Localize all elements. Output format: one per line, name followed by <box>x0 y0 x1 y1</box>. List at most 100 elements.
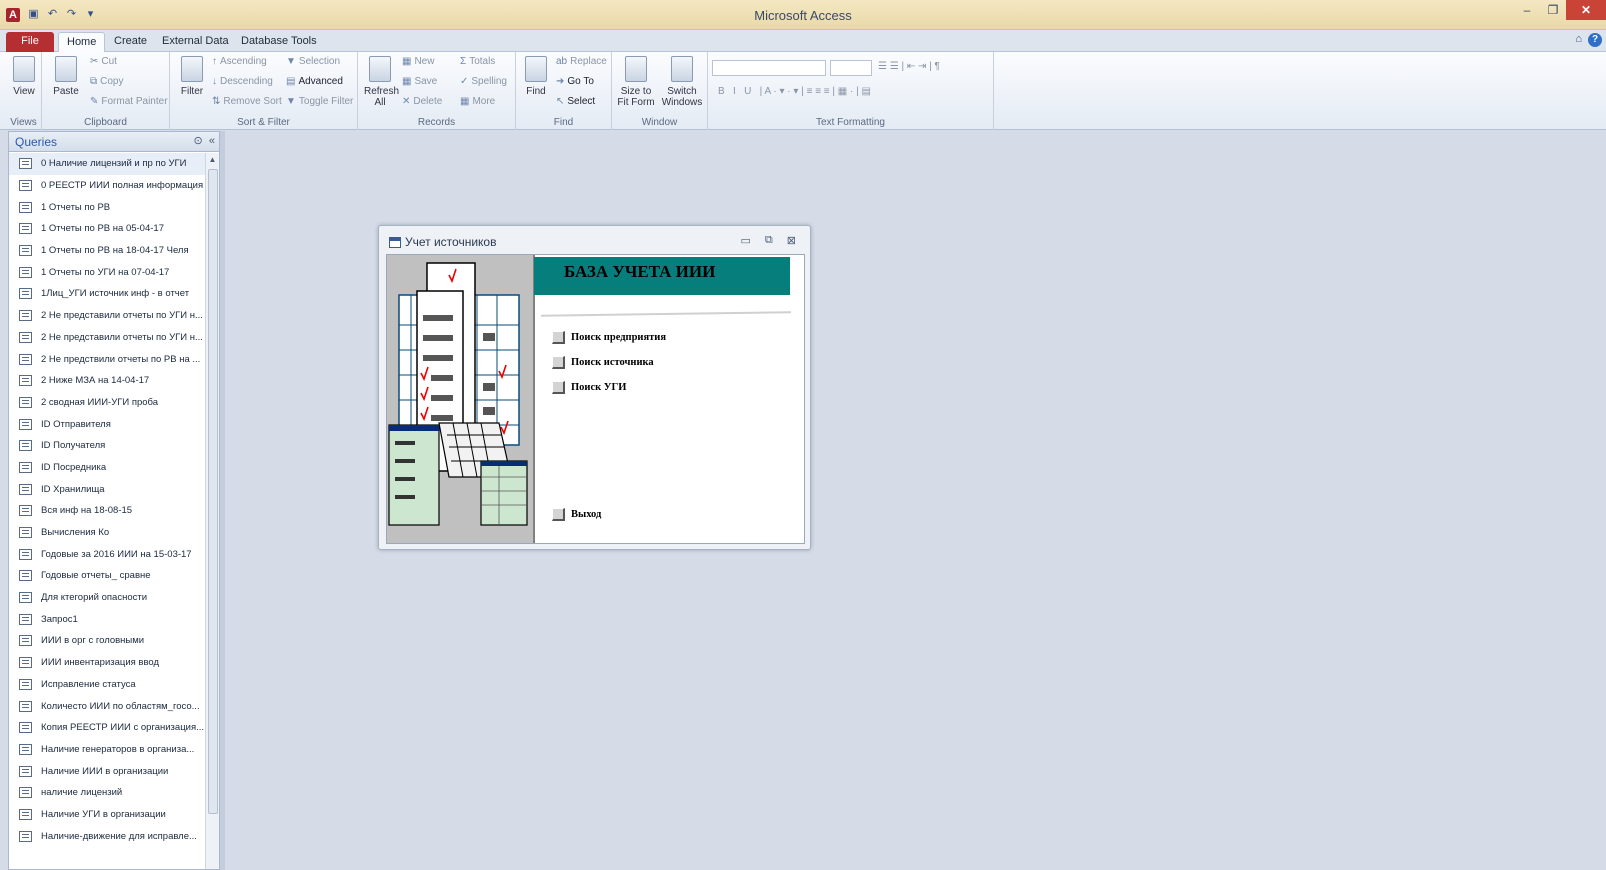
group-label-text-formatting: Text Formatting <box>816 117 885 128</box>
query-item[interactable]: 1 Отчеты по РВ <box>9 196 205 218</box>
form-restore-icon[interactable]: ⧉ <box>765 234 773 247</box>
search-ugi-checkbox[interactable] <box>552 381 565 394</box>
font-size-dropdown[interactable] <box>830 60 872 76</box>
query-item[interactable]: ИИИ в орг с головными <box>9 630 205 652</box>
form-minimize-icon[interactable]: ▭ <box>741 234 751 247</box>
pane-splitter[interactable] <box>220 131 225 870</box>
goto-button[interactable]: ➜ Go To <box>556 76 594 87</box>
selection-button[interactable]: ▼ Selection <box>286 56 340 67</box>
help-icon[interactable]: ? <box>1588 33 1602 47</box>
refresh-button[interactable]: Refresh All <box>364 56 399 108</box>
nav-scrollbar[interactable]: ▲ <box>205 153 219 869</box>
query-item[interactable]: Копия РЕЕСТР ИИИ с организация... <box>9 717 205 739</box>
query-item[interactable]: Наличие УГИ в организации <box>9 804 205 826</box>
query-item[interactable]: 1 Отчеты по РВ на 18-04-17 Челя <box>9 240 205 262</box>
scroll-thumb[interactable] <box>208 169 218 814</box>
query-item[interactable]: 2 Не представили отчеты по УГИ н... <box>9 327 205 349</box>
query-item-label: Запрос1 <box>41 613 78 625</box>
filter-button[interactable]: Filter <box>176 56 208 97</box>
group-label-window: Window <box>641 117 678 128</box>
query-item[interactable]: 1Лиц_УГИ источник инф - в отчет <box>9 283 205 305</box>
bold-italic-underline-buttons[interactable]: B I U | A · ▾ · ▾ | ≡ ≡ ≡ | ▦ · | ▤ <box>718 86 871 97</box>
nav-title[interactable]: Queries <box>15 135 57 149</box>
switch-windows-button[interactable]: Switch Windows <box>660 56 704 108</box>
replace-button[interactable]: ab Replace <box>556 56 607 67</box>
query-item[interactable]: 2 Не представили отчеты по УГИ н... <box>9 305 205 327</box>
toggle-filter-button[interactable]: ▼ Toggle Filter <box>286 96 353 107</box>
query-item[interactable]: Годовые отчеты_ сравне <box>9 565 205 587</box>
query-item[interactable]: ID Посредника <box>9 457 205 479</box>
query-item[interactable]: Годовые за 2016 ИИИ на 15-03-17 <box>9 543 205 565</box>
nav-menu-icon[interactable]: ⊙ <box>194 135 203 147</box>
tab-external-data[interactable]: External Data <box>154 32 237 52</box>
tab-database-tools[interactable]: Database Tools <box>233 32 325 52</box>
paste-button[interactable]: Paste <box>50 56 82 97</box>
query-item[interactable]: Исправление статуса <box>9 674 205 696</box>
advanced-button[interactable]: ▤ Advanced <box>286 76 343 87</box>
query-item[interactable]: Вычисления Ко <box>9 522 205 544</box>
descending-button[interactable]: ↓ Descending <box>212 76 273 87</box>
restore-icon[interactable]: ❐ <box>1540 0 1566 20</box>
query-item[interactable]: 1 Отчеты по РВ на 05-04-17 <box>9 218 205 240</box>
spelling-button[interactable]: ✓ Spelling <box>460 76 507 87</box>
font-name-dropdown[interactable] <box>712 60 826 76</box>
query-item[interactable]: Запрос1 <box>9 608 205 630</box>
scroll-up-icon[interactable]: ▲ <box>206 153 219 167</box>
query-item[interactable]: Количесто ИИИ по областям_госо... <box>9 695 205 717</box>
format-painter-label: Format Painter <box>101 96 168 107</box>
query-item[interactable]: 2 Не предствили отчеты по РВ на ... <box>9 348 205 370</box>
query-item[interactable]: Наличие генераторов в организа... <box>9 739 205 761</box>
refresh-icon <box>369 56 391 82</box>
search-enterprise-option[interactable]: Поиск предприятия <box>552 331 666 344</box>
minimize-icon[interactable]: – <box>1514 0 1540 20</box>
query-item-label: 2 Ниже МЗА на 14-04-17 <box>41 375 150 387</box>
search-ugi-option[interactable]: Поиск УГИ <box>552 381 626 394</box>
query-item[interactable]: Наличие-движение для исправле... <box>9 825 205 847</box>
query-item[interactable]: наличие лицензий <box>9 782 205 804</box>
size-to-fit-form-button[interactable]: Size to Fit Form <box>616 56 656 108</box>
format-painter-button[interactable]: ✎ Format Painter <box>90 96 168 107</box>
query-item[interactable]: 0 РЕЕСТР ИИИ полная информация <box>9 175 205 197</box>
query-item[interactable]: ID Хранилища <box>9 478 205 500</box>
query-item[interactable]: 1 Отчеты по УГИ на 07-04-17 <box>9 261 205 283</box>
remove-sort-button[interactable]: ⇅ Remove Sort <box>212 96 282 107</box>
tab-home[interactable]: Home <box>58 32 106 52</box>
new-record-button[interactable]: ▦ New <box>402 56 434 67</box>
query-item[interactable]: 2 сводная ИИИ-УГИ проба <box>9 392 205 414</box>
tab-file[interactable]: File <box>6 32 54 52</box>
minimize-ribbon-icon[interactable]: ⌂ <box>1575 33 1582 45</box>
advanced-label: Advanced <box>298 76 343 87</box>
query-item[interactable]: 2 Ниже МЗА на 14-04-17 <box>9 370 205 392</box>
query-item[interactable]: Для ктегорий опасности <box>9 587 205 609</box>
list-buttons[interactable]: ☰ ☰ | ⇤ ⇥ | ¶ <box>878 61 940 72</box>
form-close-icon[interactable]: ⊠ <box>787 234 796 247</box>
query-icon <box>19 527 32 539</box>
query-item[interactable]: Наличие ИИИ в организации <box>9 760 205 782</box>
collapse-icon[interactable]: « <box>209 135 215 147</box>
exit-checkbox[interactable] <box>552 508 565 521</box>
find-button[interactable]: Find <box>520 56 552 97</box>
more-button[interactable]: ▦ More <box>460 96 495 107</box>
query-item[interactable]: 0 Наличие лицензий и пр по УГИ <box>9 153 205 175</box>
cut-button[interactable]: ✂ Cut <box>90 56 117 67</box>
sort-descending-icon: ↓ <box>212 76 217 87</box>
query-item[interactable]: Вся инф на 18-08-15 <box>9 500 205 522</box>
copy-button[interactable]: ⧉ Copy <box>90 76 124 87</box>
tab-create[interactable]: Create <box>106 32 155 52</box>
group-sort-filter: Filter ↑ Ascending ↓ Descending ⇅ Remove So… <box>170 52 358 130</box>
query-item[interactable]: ID Отправителя <box>9 413 205 435</box>
delete-record-button[interactable]: ✕ Delete <box>402 96 442 107</box>
search-source-checkbox[interactable] <box>552 356 565 369</box>
exit-option[interactable]: Выход <box>552 508 601 521</box>
query-item[interactable]: ID Получателя <box>9 435 205 457</box>
select-button[interactable]: ↖ Select <box>556 96 595 107</box>
search-enterprise-checkbox[interactable] <box>552 331 565 344</box>
save-record-button[interactable]: ▦ Save <box>402 76 437 87</box>
close-icon[interactable]: ✕ <box>1566 0 1606 20</box>
view-button[interactable]: View <box>8 56 40 97</box>
search-source-option[interactable]: Поиск источника <box>552 356 654 369</box>
query-item[interactable]: ИИИ инвентаризация ввод <box>9 652 205 674</box>
totals-button[interactable]: Σ Totals <box>460 56 495 67</box>
query-item-label: 0 РЕЕСТР ИИИ полная информация <box>41 180 204 192</box>
ascending-button[interactable]: ↑ Ascending <box>212 56 267 67</box>
